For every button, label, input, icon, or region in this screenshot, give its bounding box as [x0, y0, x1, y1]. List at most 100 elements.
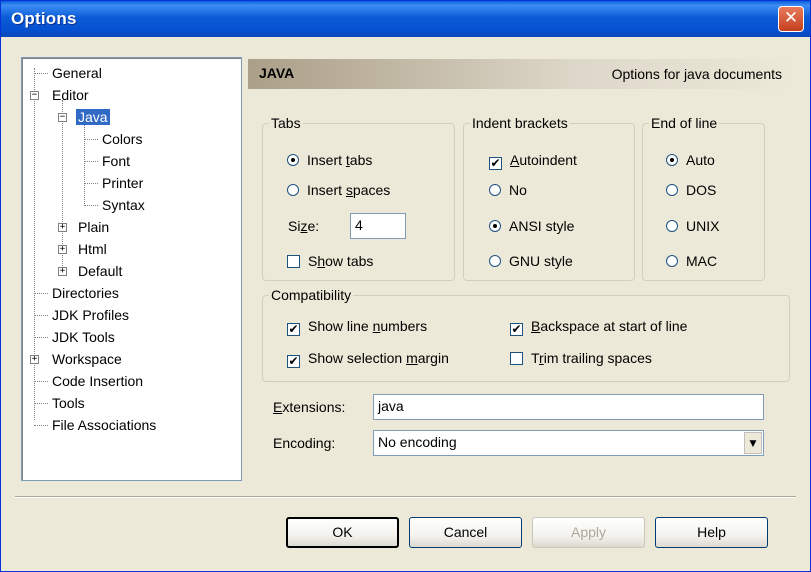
tab-size-input[interactable]: 4: [350, 213, 406, 239]
radio-indicator: [489, 184, 501, 196]
tree-item-syntax[interactable]: Syntax: [102, 196, 145, 214]
option-label: ANSI style: [509, 218, 575, 234]
tree-guide: [34, 337, 48, 338]
size-label: Size:: [288, 217, 319, 235]
expand-icon[interactable]: +: [58, 223, 67, 232]
show-tabs-checkbox[interactable]: Show tabs: [287, 252, 373, 270]
checkbox-indicator: [287, 255, 300, 268]
option-label: Show selection: [308, 350, 407, 366]
eol-mac-radio[interactable]: MAC: [666, 252, 717, 270]
extensions-label: Extensions:: [273, 398, 345, 416]
indent-gnu-radio[interactable]: GNU style: [489, 252, 573, 270]
indent-no-radio[interactable]: No: [489, 181, 527, 199]
tree-item-label: JDK Tools: [52, 329, 115, 345]
option-mnemonic: h: [317, 253, 326, 269]
options-dialog: Options ✕ General − Editor − Java Colors…: [0, 0, 811, 572]
collapse-icon[interactable]: −: [30, 91, 39, 100]
tree-item-label: Html: [78, 241, 107, 257]
tree-item-java[interactable]: Java: [76, 108, 110, 126]
show-line-numbers-checkbox[interactable]: ✔ Show line numbers: [287, 317, 428, 336]
tree-item-label: Font: [102, 153, 131, 169]
option-label: umbers: [380, 318, 428, 334]
options-tree[interactable]: General − Editor − Java Colors Font Prin…: [21, 57, 242, 481]
tree-item-workspace[interactable]: Workspace: [52, 350, 122, 368]
title-bar[interactable]: Options ✕: [1, 1, 810, 37]
chevron-down-icon[interactable]: ▼: [744, 432, 762, 454]
checkbox-indicator: ✔: [287, 322, 300, 336]
show-selection-margin-checkbox[interactable]: ✔ Show selection margin: [287, 349, 449, 368]
tree-item-label: Printer: [102, 175, 144, 191]
option-label: No: [509, 182, 527, 198]
expand-icon[interactable]: +: [30, 355, 39, 364]
tree-guide: [84, 183, 98, 184]
option-label: argin: [417, 350, 449, 366]
tree-item-label: Editor: [52, 87, 89, 103]
tree-item-label: Syntax: [102, 197, 145, 213]
cancel-button[interactable]: Cancel: [409, 517, 522, 548]
option-label: ackspace at start of line: [540, 318, 688, 334]
option-label: MAC: [686, 253, 718, 269]
tree-item-label: Code Insertion: [52, 373, 144, 389]
field-mnemonic: E: [273, 399, 283, 415]
option-label: abs: [349, 152, 373, 168]
tree-item-jdk-tools[interactable]: JDK Tools: [52, 328, 115, 346]
help-button[interactable]: Help: [655, 517, 768, 548]
page-title: JAVA: [259, 65, 295, 81]
field-label: xtensions:: [282, 399, 346, 415]
radio-indicator: [489, 220, 501, 232]
tree-item-printer[interactable]: Printer: [102, 174, 143, 192]
radio-indicator: [489, 255, 501, 267]
option-mnemonic: A: [510, 152, 520, 168]
option-label: Show line: [308, 318, 373, 334]
autoindent-checkbox[interactable]: ✔ Autoindent: [489, 151, 577, 170]
checkbox-indicator: ✔: [489, 156, 502, 170]
checkbox-indicator: ✔: [287, 354, 300, 368]
eol-dos-radio[interactable]: DOS: [666, 181, 716, 199]
option-mnemonic: m: [406, 350, 418, 366]
group-legend: End of line: [651, 115, 718, 131]
option-label: GNU style: [509, 253, 573, 269]
tree-item-directories[interactable]: Directories: [52, 284, 119, 302]
option-label: Auto: [686, 152, 715, 168]
expand-icon[interactable]: +: [58, 267, 67, 276]
tree-item-default[interactable]: Default: [78, 262, 122, 280]
tree-guide: [34, 68, 35, 420]
encoding-value: No encoding: [378, 434, 457, 450]
group-legend: Indent brackets: [472, 115, 568, 131]
tree-item-general[interactable]: General: [52, 64, 102, 82]
tree-item-label: Colors: [102, 131, 143, 147]
option-label: utoindent: [519, 152, 577, 168]
collapse-icon[interactable]: −: [58, 113, 67, 122]
extensions-input[interactable]: java: [373, 394, 764, 420]
eol-auto-radio[interactable]: Auto: [666, 151, 715, 169]
tree-guide: [84, 205, 98, 206]
trim-trailing-spaces-checkbox[interactable]: Trim trailing spaces: [510, 349, 652, 367]
option-label: paces: [352, 182, 391, 198]
apply-button[interactable]: Apply: [532, 517, 645, 548]
option-label: S: [308, 253, 318, 269]
tree-item-file-associations[interactable]: File Associations: [52, 416, 156, 434]
insert-spaces-radio[interactable]: Insert spaces: [287, 181, 390, 199]
indent-ansi-radio[interactable]: ANSI style: [489, 217, 574, 235]
tree-guide: [84, 122, 85, 204]
tree-item-font[interactable]: Font: [102, 152, 130, 170]
tree-item-label: Java: [76, 109, 110, 125]
tree-item-jdk-profiles[interactable]: JDK Profiles: [52, 306, 129, 324]
encoding-select[interactable]: No encoding ▼: [373, 430, 764, 456]
tree-item-plain[interactable]: Plain: [78, 218, 109, 236]
backspace-start-checkbox[interactable]: ✔ Backspace at start of line: [510, 317, 688, 336]
insert-tabs-radio[interactable]: Insert tabs: [287, 151, 372, 169]
encoding-label: Encoding:: [273, 434, 335, 452]
tree-item-tools[interactable]: Tools: [52, 394, 85, 412]
tree-item-editor[interactable]: Editor: [52, 86, 89, 104]
tree-item-code-insertion[interactable]: Code Insertion: [52, 372, 143, 390]
radio-indicator: [287, 184, 299, 196]
tree-item-colors[interactable]: Colors: [102, 130, 142, 148]
close-icon[interactable]: ✕: [778, 6, 804, 32]
option-label: UNIX: [686, 218, 720, 234]
checkbox-indicator: ✔: [510, 322, 523, 336]
expand-icon[interactable]: +: [58, 245, 67, 254]
ok-button[interactable]: OK: [286, 517, 399, 548]
eol-unix-radio[interactable]: UNIX: [666, 217, 719, 235]
tree-item-html[interactable]: Html: [78, 240, 107, 258]
